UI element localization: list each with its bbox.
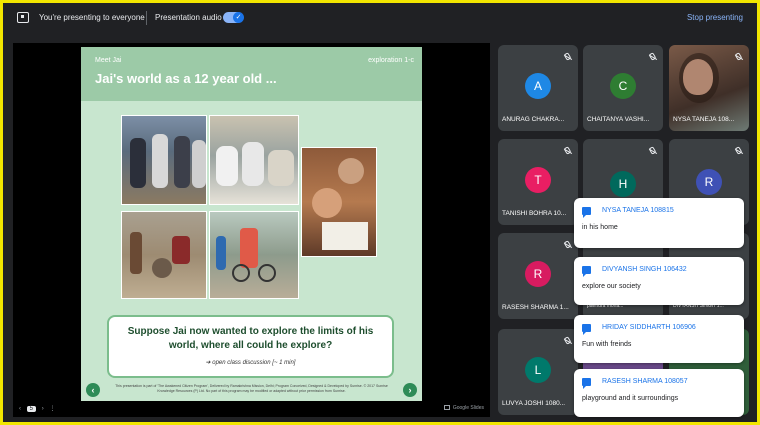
avatar: A — [525, 73, 551, 99]
chat-message: Fun with freinds — [582, 341, 632, 348]
chat-notification[interactable]: HRIDAY SIDDHARTH 106906 Fun with freinds — [574, 315, 744, 363]
chat-icon — [582, 378, 591, 389]
chat-sender: NYSA TANEJA 108815 — [602, 207, 674, 214]
slide-next-button[interactable]: › — [403, 383, 417, 397]
participant-tile[interactable]: A ANURAG CHAKRA... — [498, 45, 578, 131]
participant-tile[interactable]: L LUVYA JOSHI 1080... — [498, 329, 578, 415]
chat-sender: HRIDAY SIDDHARTH 106906 — [602, 324, 696, 331]
google-slides-logo: Google Slides — [443, 405, 484, 411]
chat-icon — [582, 324, 591, 335]
page-next-button[interactable]: › — [42, 406, 44, 412]
stop-presenting-button[interactable]: Stop presenting — [687, 13, 743, 22]
slide-tag: exploration 1-c — [368, 57, 414, 64]
chat-message: in his home — [582, 224, 618, 231]
chat-notification[interactable]: RASESH SHARMA 108057 playground and it s… — [574, 369, 744, 417]
photo-classroom — [209, 115, 299, 205]
question-callout: Suppose Jai now wanted to explore the li… — [107, 315, 394, 378]
chat-message: playground and it surroundings — [582, 395, 679, 402]
participant-name: RASESH SHARMA 1... — [502, 304, 569, 311]
avatar: C — [610, 73, 636, 99]
slide-kicker: Meet Jai — [95, 57, 122, 64]
avatar: R — [525, 261, 551, 287]
participant-name: NYSA TANEJA 108... — [673, 116, 735, 123]
participant-tile[interactable]: R RASESH SHARMA 1... — [498, 233, 578, 319]
mic-off-icon — [563, 240, 572, 249]
presenting-status: You're presenting to everyone — [39, 13, 145, 22]
avatar: L — [525, 357, 551, 383]
mic-off-icon — [563, 52, 572, 61]
slides-icon — [443, 405, 450, 411]
participant-tile[interactable]: C CHAITANYA VASHI... — [583, 45, 663, 131]
chat-notification[interactable]: NYSA TANEJA 108815 in his home — [574, 198, 744, 248]
slide-question: Suppose Jai now wanted to explore the li… — [127, 326, 374, 351]
mic-off-icon — [734, 52, 743, 61]
presentation-audio-label: Presentation audio — [155, 13, 222, 22]
participant-name: ANURAG CHAKRA... — [502, 116, 565, 123]
presentation-bar: You're presenting to everyone Presentati… — [3, 3, 757, 33]
chat-sender: DIVYANSH SINGH 106432 — [602, 266, 687, 273]
participant-name: LUVYA JOSHI 1080... — [502, 400, 566, 407]
presentation-stage: Meet Jai exploration 1-c Jai's world as … — [13, 43, 490, 417]
slide: Meet Jai exploration 1-c Jai's world as … — [81, 47, 422, 401]
mic-off-icon — [648, 52, 657, 61]
meet-window: You're presenting to everyone Presentati… — [3, 3, 757, 422]
chat-icon — [582, 266, 591, 277]
check-icon: ✓ — [233, 12, 244, 23]
chat-icon — [582, 207, 591, 218]
avatar: R — [696, 169, 722, 195]
photo-school-kids — [121, 115, 207, 205]
chat-sender: RASESH SHARMA 108057 — [602, 378, 688, 385]
slide-footnote: This presentation is part of 'The Awaken… — [115, 384, 388, 393]
participant-tile[interactable]: T TANISHI BOHRA 10... — [498, 139, 578, 225]
divider — [146, 11, 147, 25]
chat-message: explore our society — [582, 283, 641, 290]
video-face — [683, 59, 713, 95]
slide-prev-button[interactable]: ‹ — [86, 383, 100, 397]
participant-name: CHAITANYA VASHI... — [587, 116, 650, 123]
presentation-audio-toggle[interactable]: ✓ — [223, 12, 244, 23]
slide-title: Jai's world as a 12 year old ... — [95, 71, 277, 86]
mic-off-icon — [563, 146, 572, 155]
page-more-icon[interactable]: ⋮ — [49, 405, 55, 412]
page-prev-button[interactable]: ‹ — [19, 406, 21, 412]
avatar: H — [610, 171, 636, 197]
mic-off-icon — [563, 336, 572, 345]
chat-notification[interactable]: DIVYANSH SINGH 106432 explore our societ… — [574, 257, 744, 305]
avatar: T — [525, 167, 551, 193]
google-slides-label: Google Slides — [452, 405, 484, 411]
slide-hint: ➔ open class discussion [~ 1 min] — [205, 360, 296, 366]
mic-off-icon — [648, 146, 657, 155]
mic-off-icon — [734, 146, 743, 155]
slide-pager: ‹ 5 › ⋮ — [19, 405, 59, 412]
photo-street-play — [121, 211, 207, 299]
present-screen-icon — [17, 12, 29, 23]
photo-reading — [301, 147, 377, 257]
participant-video-tile[interactable]: NYSA TANEJA 108... — [669, 45, 749, 131]
page-number[interactable]: 5 — [26, 406, 37, 412]
photo-cycling — [209, 211, 299, 299]
slide-header: Meet Jai exploration 1-c Jai's world as … — [81, 47, 422, 101]
participant-name: TANISHI BOHRA 10... — [502, 210, 567, 217]
